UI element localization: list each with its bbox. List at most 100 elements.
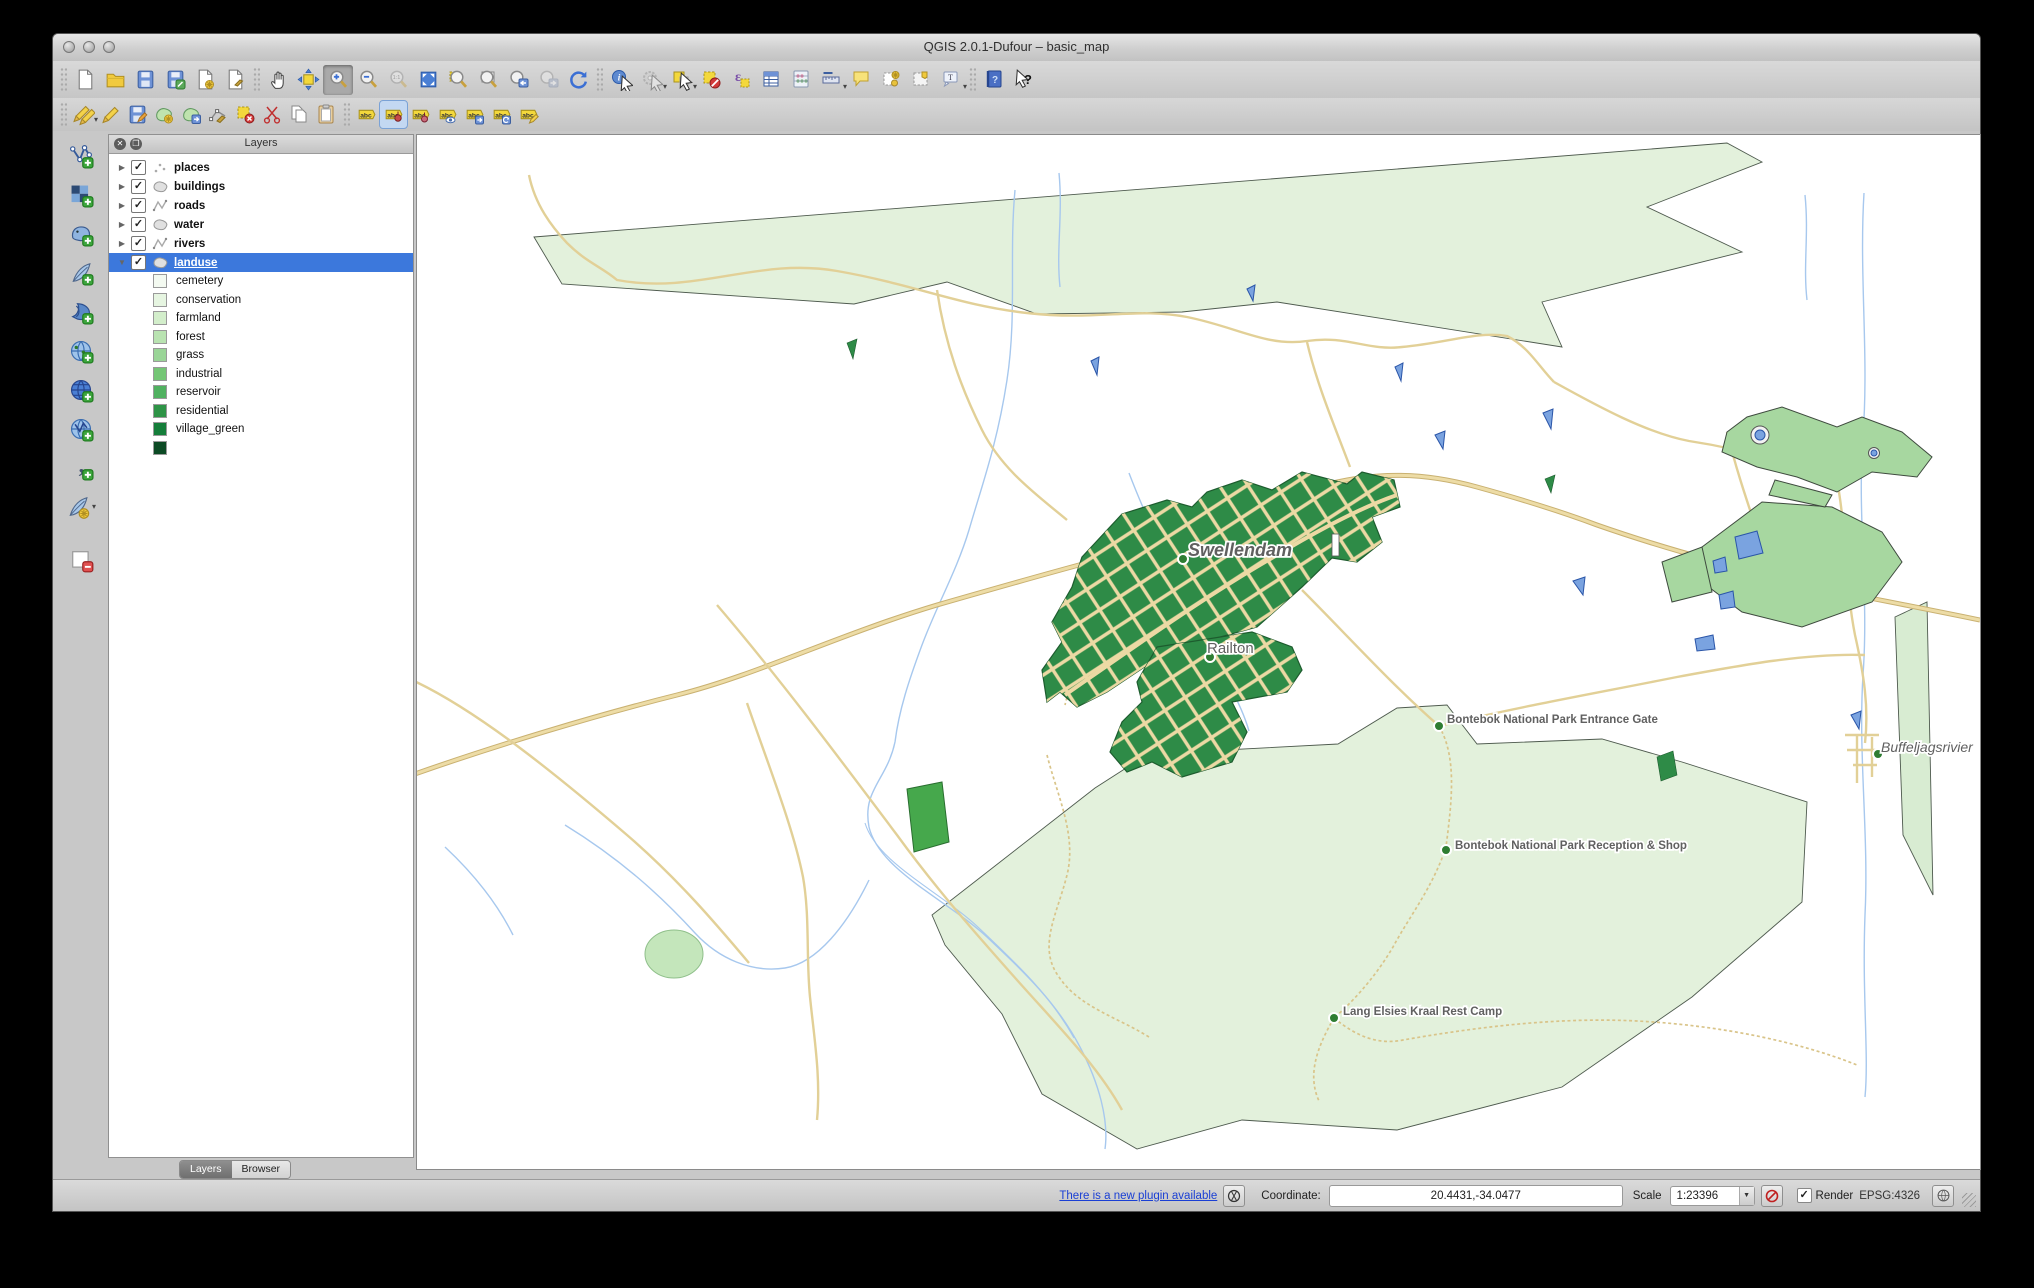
layer-name[interactable]: buildings (174, 181, 225, 193)
legend-row[interactable]: village_green (109, 420, 413, 439)
layer-name[interactable]: rivers (174, 238, 205, 250)
legend-row[interactable]: residential (109, 402, 413, 421)
map-tips-icon[interactable] (846, 65, 876, 95)
resize-grip[interactable] (1962, 1193, 1976, 1207)
add-feature-icon[interactable] (151, 101, 178, 128)
zoom-out-icon[interactable] (353, 65, 383, 95)
zoom-to-layer-icon[interactable] (473, 65, 503, 95)
layer-checkbox[interactable]: ✓ (131, 236, 146, 251)
legend-row[interactable]: cemetery (109, 272, 413, 291)
copy-features-icon[interactable] (286, 101, 313, 128)
expander-icon[interactable]: ▼ (115, 258, 129, 267)
layer-row-places[interactable]: ▶✓places (109, 158, 413, 177)
identify-features-icon[interactable]: i (606, 65, 636, 95)
toolbar-handle[interactable] (253, 67, 260, 93)
expander-icon[interactable]: ▶ (115, 220, 129, 229)
zoom-next-icon[interactable] (533, 65, 563, 95)
toolbar-handle[interactable] (596, 67, 603, 93)
layer-name[interactable]: places (174, 162, 210, 174)
deselect-features-icon[interactable] (696, 65, 726, 95)
delete-selected-icon[interactable] (232, 101, 259, 128)
expander-icon[interactable]: ▶ (115, 239, 129, 248)
save-project-icon[interactable] (130, 65, 160, 95)
layer-checkbox[interactable]: ✓ (131, 255, 146, 270)
layer-name[interactable]: roads (174, 200, 205, 212)
new-project-icon[interactable] (70, 65, 100, 95)
layers-panel-header[interactable]: ✕ ❐ Layers (109, 135, 413, 154)
text-annotation-icon[interactable]: T▾ (936, 65, 966, 95)
move-feature-icon[interactable] (178, 101, 205, 128)
layer-name[interactable]: landuse (174, 257, 217, 269)
toolbar-handle[interactable] (60, 102, 67, 128)
layer-checkbox[interactable]: ✓ (131, 179, 146, 194)
add-delimited-text-icon[interactable]: , (63, 451, 99, 484)
save-project-as-icon[interactable] (160, 65, 190, 95)
pin-label-icon[interactable] (407, 101, 434, 128)
legend-row[interactable] (109, 439, 413, 458)
toolbar-handle[interactable] (60, 67, 67, 93)
add-raster-layer-icon[interactable] (63, 178, 99, 211)
add-mssql-layer-icon[interactable] (63, 295, 99, 328)
render-checkbox[interactable]: ✓ (1797, 1188, 1812, 1203)
open-attribute-table-icon[interactable] (756, 65, 786, 95)
coordinate-input[interactable] (1329, 1185, 1623, 1207)
expander-icon[interactable]: ▶ (115, 182, 129, 191)
new-bookmark-icon[interactable] (876, 65, 906, 95)
layer-row-landuse[interactable]: ▼✓ landuse (109, 253, 413, 272)
plugin-available-link[interactable]: There is a new plugin available (1059, 1190, 1217, 1202)
select-by-expression-icon[interactable]: ε (726, 65, 756, 95)
add-postgis-layer-icon[interactable] (63, 217, 99, 250)
whats-this-icon[interactable]: ? (1009, 65, 1039, 95)
add-wms-layer-icon[interactable] (63, 334, 99, 367)
change-label-icon[interactable] (515, 101, 542, 128)
help-contents-icon[interactable]: ? (979, 65, 1009, 95)
stop-render-icon[interactable] (1761, 1185, 1783, 1207)
legend-row[interactable]: farmland (109, 309, 413, 328)
layer-row-water[interactable]: ▶✓water (109, 215, 413, 234)
toolbar-handle[interactable] (343, 102, 350, 128)
crs-globe-icon[interactable] (1932, 1185, 1954, 1207)
open-project-icon[interactable] (100, 65, 130, 95)
scale-combo[interactable]: 1:23396 ▼ (1670, 1186, 1755, 1206)
toolbar-handle[interactable] (969, 67, 976, 93)
pan-map-icon[interactable] (263, 65, 293, 95)
zoom-full-extent-icon[interactable] (413, 65, 443, 95)
add-wcs-layer-icon[interactable] (63, 373, 99, 406)
current-edits-icon[interactable]: ▾ (70, 101, 97, 128)
labeling-icon[interactable] (353, 101, 380, 128)
layer-row-roads[interactable]: ▶✓ roads (109, 196, 413, 215)
pan-to-selection-icon[interactable] (293, 65, 323, 95)
rotate-label-icon[interactable] (488, 101, 515, 128)
move-label-active-icon[interactable] (380, 101, 407, 128)
run-feature-action-icon[interactable]: ▾ (636, 65, 666, 95)
toggle-editing-icon[interactable] (97, 101, 124, 128)
legend-row[interactable]: forest (109, 328, 413, 347)
zoom-last-icon[interactable] (503, 65, 533, 95)
cut-features-icon[interactable] (259, 101, 286, 128)
save-layer-edits-icon[interactable] (124, 101, 151, 128)
layer-checkbox[interactable]: ✓ (131, 217, 146, 232)
title-bar[interactable]: QGIS 2.0.1-Dufour – basic_map (53, 34, 1980, 62)
add-spatialite-layer-icon[interactable] (63, 256, 99, 289)
new-shapefile-layer-icon[interactable]: ▾ (63, 490, 99, 523)
field-calculator-icon[interactable] (786, 65, 816, 95)
add-wfs-layer-icon[interactable] (63, 412, 99, 445)
chevron-down-icon[interactable]: ▼ (1739, 1187, 1754, 1205)
refresh-map-icon[interactable] (563, 65, 593, 95)
zoom-in-icon[interactable] (323, 65, 353, 95)
legend-row[interactable]: grass (109, 346, 413, 365)
new-composer-icon[interactable] (190, 65, 220, 95)
expander-icon[interactable]: ▶ (115, 201, 129, 210)
layer-row-rivers[interactable]: ▶✓ rivers (109, 234, 413, 253)
remove-layer-icon[interactable] (63, 543, 99, 576)
select-features-icon[interactable]: ▾ (666, 65, 696, 95)
zoom-to-selection-icon[interactable] (443, 65, 473, 95)
node-tool-icon[interactable] (205, 101, 232, 128)
zoom-native-icon[interactable]: 1:1 (383, 65, 413, 95)
layer-checkbox[interactable]: ✓ (131, 198, 146, 213)
layer-checkbox[interactable]: ✓ (131, 160, 146, 175)
show-bookmarks-icon[interactable] (906, 65, 936, 95)
legend-row[interactable]: conservation (109, 291, 413, 310)
plugin-icon[interactable] (1223, 1185, 1245, 1207)
layer-row-buildings[interactable]: ▶✓ buildings (109, 177, 413, 196)
